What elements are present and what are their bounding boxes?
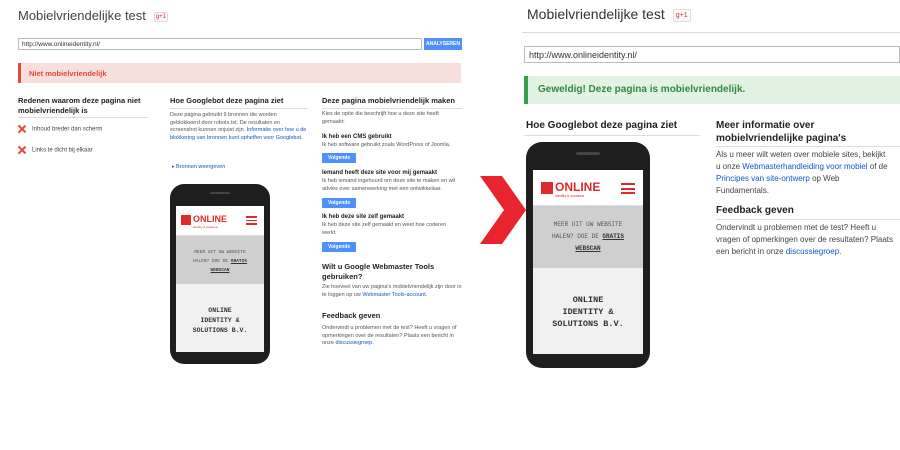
right-page-title: Mobielvriendelijke test g+1 (527, 6, 691, 22)
right-feedback-link[interactable]: discussiegroep. (786, 247, 842, 256)
banner-line: HALEN? DOE DE GRATIS (533, 231, 643, 243)
left-site-header: ONLINE identity & solutions (176, 206, 264, 236)
option-developer-text: Ik heb iemand ingehuurd om deze site te … (322, 178, 455, 192)
gplus-button[interactable]: g+1 (153, 11, 168, 22)
webmaster-tools-text: Zie hoeveel van uw pagina's mobielvriend… (322, 284, 462, 299)
make-friendly-divider (322, 108, 462, 109)
option-developer-title: Iemand heeft deze site voor mij gemaakt (322, 170, 438, 176)
left-feedback-title: Feedback geven (322, 311, 381, 320)
left-phone-mockup: ONLINE identity & solutions MEER UIT UW … (170, 184, 270, 364)
right-phone-screen: ONLINE identity & solutions MEER UIT UW … (533, 170, 643, 354)
right-url-input[interactable]: http://www.onlineidentity.nl/ (524, 46, 900, 63)
right-webscan-banner[interactable]: MEER UIT UW WEBSITE HALEN? DOE DE GRATIS… (533, 206, 643, 268)
right-feedback-title: Feedback geven (716, 205, 794, 216)
banner-bold: GRATIS (230, 259, 247, 264)
left-phone-screen: ONLINE identity & solutions MEER UIT UW … (176, 206, 264, 352)
show-resources-link[interactable]: Bronnen weergeven (176, 164, 225, 170)
webmaster-tools-title: Wilt u Google Webmaster Tools gebruiken? (322, 262, 435, 281)
company-line: IDENTITY & (200, 317, 240, 324)
more-info-text: Als u meer wilt weten over mobiele sites… (716, 149, 892, 197)
design-principles-link[interactable]: Principes van site-ontwerp (716, 174, 810, 183)
more-info-copy: of de (869, 162, 888, 171)
reason-item-label: Inhoud breder dan scherm (32, 126, 103, 133)
company-line: ONLINE (208, 307, 232, 314)
company-line: SOLUTIONS B.V. (552, 319, 624, 329)
company-line: IDENTITY & (562, 307, 614, 317)
right-title-text: Mobielvriendelijke test (527, 6, 665, 22)
left-feedback-text: Ondervindt u problemen met de test? Heef… (322, 325, 462, 348)
site-logo-mark-icon (541, 182, 553, 194)
right-feedback-divider (716, 219, 900, 220)
left-webscan-banner[interactable]: MEER UIT UW WEBSITE HALEN? DOE DE GRATIS… (176, 236, 264, 284)
right-phone-mockup: ONLINE identity & solutions MEER UIT UW … (526, 142, 650, 368)
company-line: SOLUTIONS B.V. (192, 327, 248, 334)
mobile-guide-link[interactable]: Webmasterhandleiding voor mobiel (742, 162, 867, 171)
left-url-input[interactable]: http://www.onlineidentity.nl/ (18, 38, 422, 50)
left-page-title: Mobielvriendelijke test g+1 (18, 8, 168, 23)
error-x-icon (18, 146, 26, 154)
site-logo-word: ONLINE (555, 180, 601, 194)
make-friendly-title: Deze pagina mobielvriendelijk maken (322, 96, 455, 105)
site-logo-tagline: identity & solutions (555, 194, 585, 198)
googlebot-title: Hoe Googlebot deze pagina ziet (170, 96, 284, 105)
company-line: ONLINE (572, 295, 604, 305)
reasons-divider (18, 117, 148, 118)
mobile-friendly-alert: Geweldig! Deze pagina is mobielvriendeli… (524, 76, 900, 104)
right-feedback-text: Ondervindt u problemen met de test? Heef… (716, 222, 896, 258)
option-self-title: Ik heb deze site zelf gemaakt (322, 214, 405, 220)
right-googlebot-divider (524, 135, 700, 136)
left-title-text: Mobielvriendelijke test (18, 8, 146, 23)
left-feedback-link[interactable]: discussiegroep. (335, 340, 373, 346)
right-header-divider (522, 32, 900, 33)
site-logo-mark-icon (181, 215, 191, 225)
next-button-developer[interactable]: Volgende (322, 198, 357, 208)
googlebot-divider (170, 108, 308, 109)
not-mobile-friendly-alert: Niet mobielvriendelijk (18, 63, 461, 83)
right-site-header: ONLINE identity & solutions (533, 170, 643, 206)
hamburger-menu-icon[interactable] (621, 183, 635, 194)
phone-speaker (576, 152, 600, 155)
reason-item: Links te dicht bij elkaar (18, 146, 93, 154)
banner-webscan: WEBSCAN (575, 245, 601, 252)
banner-bold: GRATIS (602, 233, 625, 240)
banner-webscan: WEBSCAN (210, 268, 230, 273)
option-self-text: Ik heb deze site zelf gemaakt en weet ho… (322, 222, 447, 236)
site-logo-tagline: identity & solutions (193, 225, 219, 229)
banner-line-text: HALEN? DOE DE (551, 233, 599, 240)
next-button-cms[interactable]: Volgende (322, 153, 357, 163)
banner-line: MEER UIT UW WEBSITE (553, 221, 623, 228)
show-resources-row[interactable]: ▸ Bronnen weergeven (172, 164, 225, 172)
banner-line-text: HALEN? DOE DE (192, 259, 229, 264)
transition-arrow-icon (480, 176, 526, 244)
right-googlebot-title: Hoe Googlebot deze pagina ziet (526, 120, 678, 131)
banner-line: HALEN? DOE DE GRATIS (176, 257, 264, 266)
next-button-self[interactable]: Volgende (322, 242, 357, 252)
site-logo-word: ONLINE (193, 214, 228, 224)
reasons-title: Redenen waarom deze pagina niet mobielvr… (18, 96, 141, 115)
reason-item: Inhoud breder dan scherm (18, 125, 102, 133)
reason-item-label: Links te dicht bij elkaar (32, 147, 93, 154)
option-cms-text: Ik heb software gebruikt zoals WordPress… (322, 142, 451, 148)
banner-line: MEER UIT UW WEBSITE (194, 250, 246, 255)
right-company-block: ONLINE IDENTITY & SOLUTIONS B.V. (533, 268, 643, 354)
gplus-button[interactable]: g+1 (672, 8, 691, 22)
blocked-resources-text: Deze pagina gebruikt 9 bronnen die worde… (170, 112, 308, 142)
phone-speaker (210, 192, 230, 194)
hamburger-menu-icon[interactable] (246, 216, 257, 225)
option-cms-title: Ik heb een CMS gebruikt (322, 134, 392, 140)
analyze-button[interactable]: ANALYSEREN (424, 38, 462, 50)
make-friendly-intro: Kies de optie die beschrijft hoe u deze … (322, 111, 439, 125)
error-x-icon (18, 125, 26, 133)
more-info-divider (716, 146, 900, 147)
expand-triangle-icon: ▸ (172, 164, 175, 170)
more-info-title: Meer informatie over mobielvriendelijke … (716, 120, 847, 144)
webmaster-tools-link[interactable]: Webmaster Tools-account. (362, 292, 427, 298)
left-company-block: ONLINE IDENTITY & SOLUTIONS B.V. (176, 284, 264, 352)
